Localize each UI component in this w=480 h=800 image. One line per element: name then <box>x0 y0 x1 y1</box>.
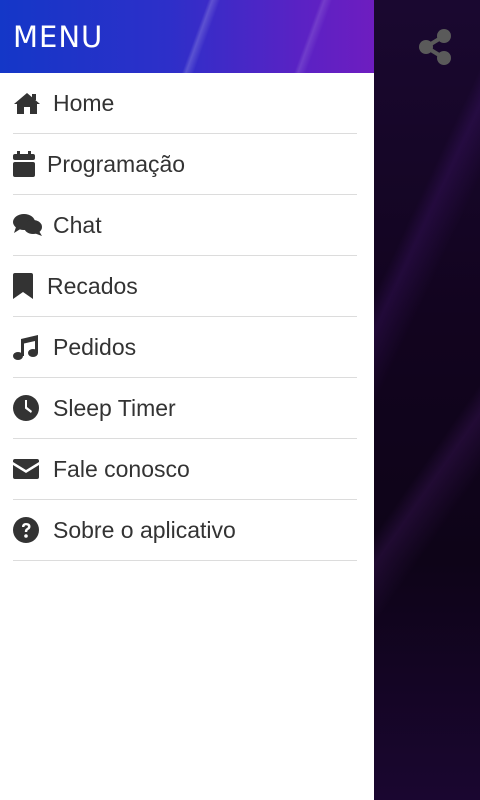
menu-item-label: Sobre o aplicativo <box>53 516 236 543</box>
drawer-header: MENU <box>0 0 374 73</box>
music-icon <box>13 332 43 362</box>
menu-list: Home Programação Chat Recados Pedidos Sl… <box>0 73 374 561</box>
menu-item-label: Pedidos <box>53 333 137 360</box>
menu-item-chat[interactable]: Chat <box>13 195 357 256</box>
menu-item-fale-conosco[interactable]: Fale conosco <box>13 439 357 500</box>
share-button[interactable] <box>414 26 456 68</box>
calendar-icon <box>13 149 37 179</box>
question-icon <box>13 515 43 545</box>
menu-item-label: Fale conosco <box>53 455 190 482</box>
menu-item-label: Programação <box>47 150 186 177</box>
menu-item-sleep-timer[interactable]: Sleep Timer <box>13 378 357 439</box>
menu-item-label: Home <box>53 89 115 116</box>
chat-icon <box>13 210 43 240</box>
menu-item-recados[interactable]: Recados <box>13 256 357 317</box>
navigation-drawer: MENU Home Programação Chat Recados Pedid… <box>0 0 374 800</box>
share-icon <box>419 29 451 65</box>
clock-icon <box>13 393 43 423</box>
menu-item-programacao[interactable]: Programação <box>13 134 357 195</box>
menu-item-sobre-o-aplicativo[interactable]: Sobre o aplicativo <box>13 500 357 561</box>
bookmark-icon <box>13 271 37 301</box>
home-icon <box>13 88 43 118</box>
menu-item-label: Chat <box>53 211 102 238</box>
menu-item-home[interactable]: Home <box>13 73 357 134</box>
drawer-title: MENU <box>13 19 104 54</box>
menu-item-label: Recados <box>47 272 138 299</box>
envelope-icon <box>13 454 43 484</box>
menu-item-label: Sleep Timer <box>53 394 176 421</box>
menu-item-pedidos[interactable]: Pedidos <box>13 317 357 378</box>
